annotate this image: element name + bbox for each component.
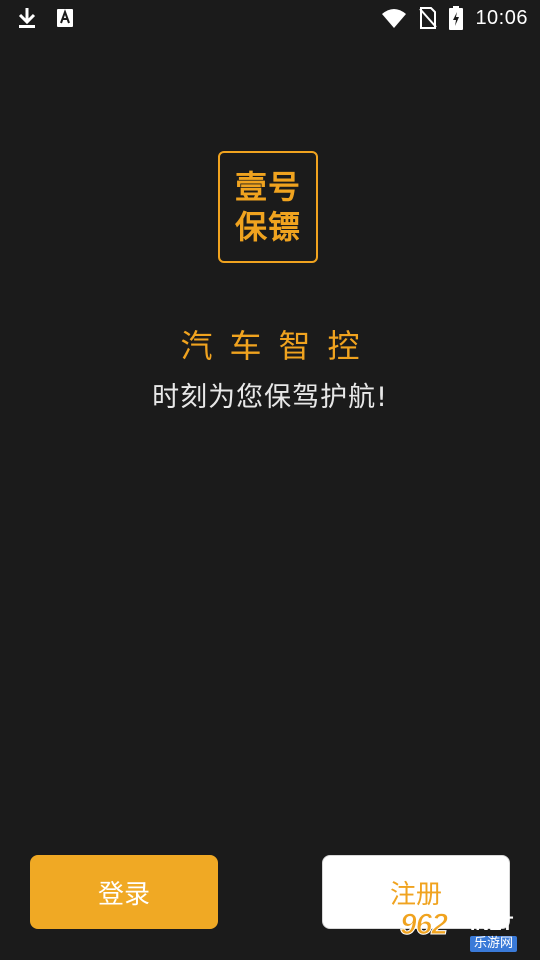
- logo-line-1: 壹号: [234, 168, 301, 206]
- headline: 汽车智控: [180, 327, 377, 365]
- a-notification-icon: [56, 8, 74, 28]
- watermark-domain: .NET: [470, 914, 514, 935]
- watermark-number: 962: [399, 908, 448, 942]
- watermark: 962 .NET 乐游网: [396, 906, 536, 956]
- logo-line-2: 保镖: [234, 208, 301, 246]
- status-time: 10:06: [475, 6, 528, 29]
- battery-charging-icon: [449, 6, 464, 30]
- download-icon: [16, 6, 38, 30]
- status-right-icons: 10:06: [381, 6, 528, 30]
- status-left-icons: [16, 6, 74, 30]
- watermark-site: 乐游网: [470, 936, 518, 952]
- launch-screen: 10:06 壹号 保镖 汽车智控 时刻为您保驾护航! 登录 注册 962 .NE…: [0, 0, 540, 960]
- wifi-icon: [381, 7, 407, 29]
- tagline: 时刻为您保驾护航!: [152, 382, 388, 413]
- login-button[interactable]: 登录: [30, 855, 218, 929]
- app-logo: 壹号 保镖: [218, 151, 318, 263]
- status-bar: 10:06: [0, 0, 540, 36]
- no-sim-icon: [419, 7, 438, 29]
